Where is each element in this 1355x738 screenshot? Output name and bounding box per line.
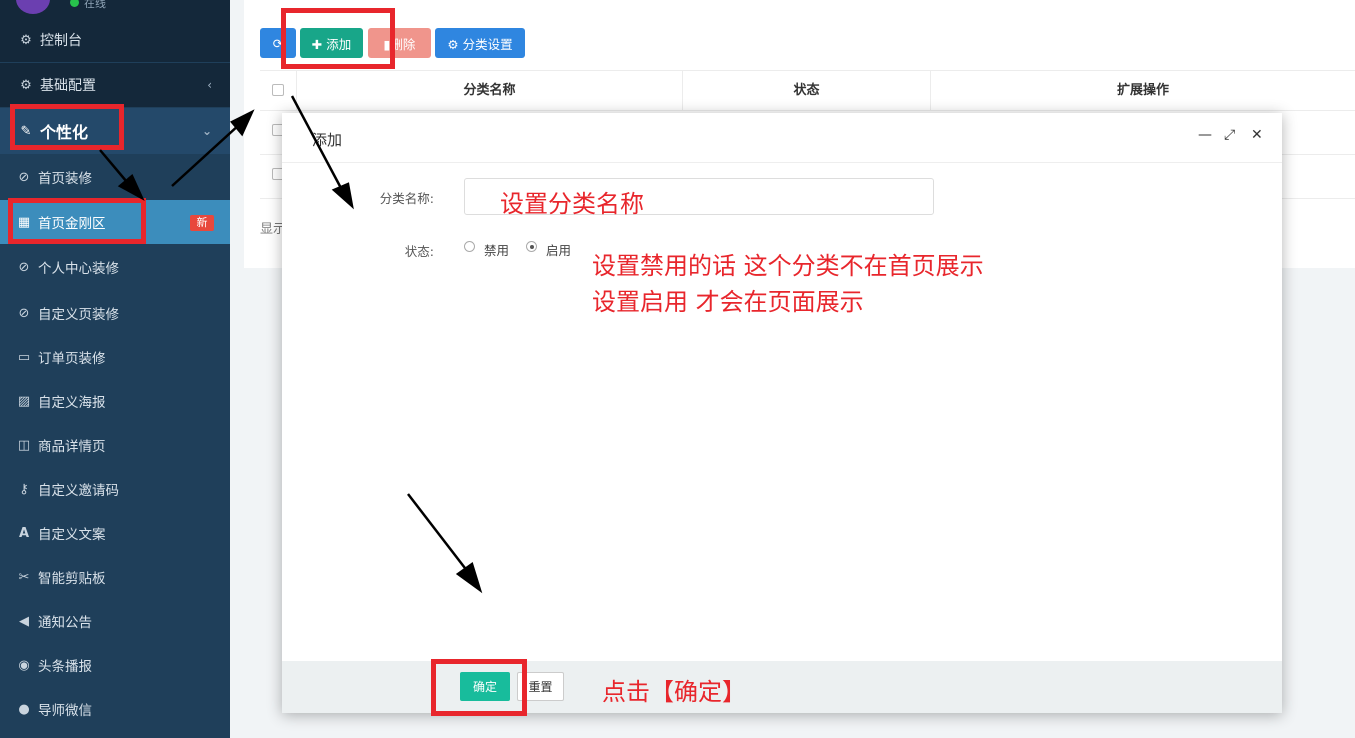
sidebar-item-basic-config[interactable]: ⚙ 基础配置 ‹ xyxy=(0,63,230,107)
sidebar-item-label: 个人中心装修 xyxy=(38,261,119,277)
sidebar-item-mentor-wechat[interactable]: ● 导师微信 xyxy=(0,687,230,731)
font-icon: A xyxy=(18,525,30,541)
bullhorn-icon: ◀ xyxy=(19,613,29,629)
minimize-icon[interactable]: — xyxy=(1198,127,1212,143)
select-all-checkbox[interactable] xyxy=(272,84,284,96)
sidebar-item-headline[interactable]: ◉ 头条播报 xyxy=(0,643,230,687)
sidebar-item-label: 通知公告 xyxy=(38,615,92,631)
sidebar-item-profile-decoration[interactable]: ⊘ 个人中心装修 xyxy=(0,245,230,289)
online-status-icon xyxy=(70,0,79,7)
chevron-left-icon: ‹ xyxy=(207,78,212,92)
sidebar-item-label: 自定义邀请码 xyxy=(38,483,119,499)
column-header-name[interactable]: 分类名称 xyxy=(296,71,682,111)
paint-icon: ⊘ xyxy=(18,259,30,275)
sidebar-item-custom-poster[interactable]: ▨ 自定义海报 xyxy=(0,379,230,423)
podcast-icon: ◉ xyxy=(18,657,30,673)
maximize-icon[interactable]: ⤢ xyxy=(1224,127,1235,143)
category-settings-button[interactable]: ⚙ 分类设置 xyxy=(435,28,525,58)
status-enabled-label[interactable]: 启用 xyxy=(546,240,571,259)
sidebar-item-label: 订单页装修 xyxy=(38,351,106,367)
add-dialog: 添加 — ⤢ ✕ 分类名称: 状态: 禁用 启用 确定 重置 xyxy=(282,113,1282,713)
annotation-hint-status-2: 设置启用 才会在页面展示 xyxy=(592,288,864,316)
dialog-title: 添加 xyxy=(312,131,343,149)
sidebar-item-smart-clipboard[interactable]: ✂ 智能剪贴板 xyxy=(0,555,230,599)
new-badge: 新 xyxy=(190,215,214,231)
sidebar-item-custom-page[interactable]: ⊘ 自定义页装修 xyxy=(0,291,230,335)
sidebar-user-panel: 在线 xyxy=(0,0,230,18)
chevron-down-icon: ⌄ xyxy=(201,124,212,138)
sidebar-item-notice[interactable]: ◀ 通知公告 xyxy=(0,599,230,643)
sidebar-item-custom-copy[interactable]: A 自定义文案 xyxy=(0,511,230,555)
sidebar-item-label: 基础配置 xyxy=(40,78,96,94)
window-icon: ▭ xyxy=(17,349,31,365)
annotation-hint-name: 设置分类名称 xyxy=(500,190,644,218)
sidebar-item-home-decoration[interactable]: ⊘ 首页装修 xyxy=(0,155,230,199)
wechat-icon: ● xyxy=(18,701,30,717)
status-label: 状态: xyxy=(404,244,434,259)
sidebar-item-invite-code[interactable]: ⚷ 自定义邀请码 xyxy=(0,467,230,511)
sidebar-item-order-page[interactable]: ▭ 订单页装修 xyxy=(0,335,230,379)
annotation-box-confirm xyxy=(431,659,527,716)
cogs-icon: ⚙ xyxy=(20,77,32,93)
column-header-status[interactable]: 状态 xyxy=(682,71,930,111)
paint-icon: ⊘ xyxy=(18,305,30,321)
image-icon: ▨ xyxy=(17,393,31,409)
columns-icon: ◫ xyxy=(17,437,31,453)
online-status-text: 在线 xyxy=(84,0,106,10)
category-name-label: 分类名称: xyxy=(379,191,434,206)
sidebar-item-label: 导师微信 xyxy=(38,703,92,719)
key-icon: ⚷ xyxy=(19,481,29,497)
annotation-box-add-button xyxy=(281,8,395,69)
annotation-hint-confirm: 点击【确定】 xyxy=(602,678,746,706)
dialog-header-divider xyxy=(282,162,1282,163)
close-icon[interactable]: ✕ xyxy=(1251,127,1263,143)
sidebar-item-label: 首页装修 xyxy=(38,171,92,187)
dashboard-icon: ⚙ xyxy=(20,32,32,48)
status-disabled-radio[interactable] xyxy=(464,241,475,252)
status-disabled-label[interactable]: 禁用 xyxy=(484,240,509,259)
sidebar-item-label: 商品详情页 xyxy=(38,439,106,455)
table-header: 分类名称 状态 扩展操作 xyxy=(260,70,1355,111)
status-enabled-radio[interactable] xyxy=(526,241,537,252)
scissors-icon: ✂ xyxy=(18,569,30,585)
annotation-box-personalization xyxy=(10,104,124,150)
sidebar-item-label: 自定义文案 xyxy=(38,527,106,543)
sidebar-item-label: 自定义海报 xyxy=(38,395,106,411)
sidebar-item-dashboard[interactable]: ⚙ 控制台 xyxy=(0,18,230,62)
sidebar-item-label: 控制台 xyxy=(40,33,82,49)
column-header-actions: 扩展操作 xyxy=(930,71,1355,111)
annotation-hint-status-1: 设置禁用的话 这个分类不在首页展示 xyxy=(592,252,984,280)
paint-icon: ⊘ xyxy=(18,169,30,185)
sidebar-item-product-detail[interactable]: ◫ 商品详情页 xyxy=(0,423,230,467)
sidebar-item-label: 自定义页装修 xyxy=(38,307,119,323)
annotation-box-kingkong xyxy=(8,198,146,244)
avatar[interactable] xyxy=(16,0,50,14)
sidebar-item-label: 头条播报 xyxy=(38,659,92,675)
sidebar-item-label: 智能剪贴板 xyxy=(38,571,106,587)
